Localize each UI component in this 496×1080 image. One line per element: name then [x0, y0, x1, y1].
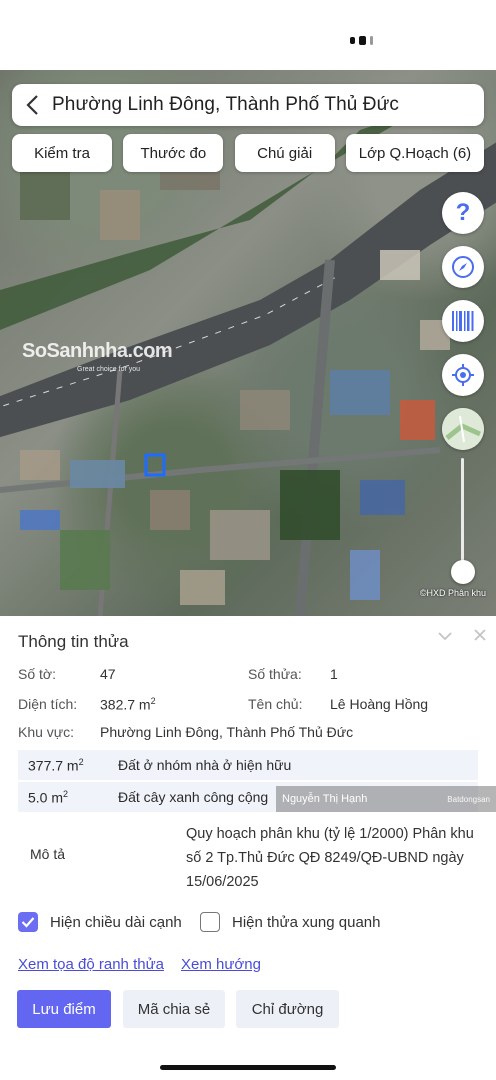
watermark-name: SoSanhnha.com: [22, 340, 173, 362]
zoom-slider-handle[interactable]: [451, 560, 475, 584]
show-neighbors-label: Hiện thửa xung quanh: [232, 913, 381, 931]
owner-value: Lê Hoàng Hồng: [330, 696, 429, 712]
scan-button[interactable]: [442, 300, 484, 342]
area-label: Diện tích:: [18, 696, 78, 712]
location-title: Phường Linh Đông, Thành Phố Thủ Đức: [52, 94, 400, 115]
land-use-row: 377.7 m2 Đất ở nhóm nhà ở hiện hữu: [18, 750, 478, 780]
map-toolbar: Kiểm tra Thước đo Chú giải Lớp Q.Hoạch (…: [12, 134, 484, 172]
land-use-desc: Đất ở nhóm nhà ở hiện hữu: [118, 757, 292, 773]
search-bar[interactable]: Phường Linh Đông, Thành Phố Thủ Đức: [12, 84, 484, 126]
view-direction-link[interactable]: Xem hướng: [181, 956, 261, 973]
check-icon: [21, 917, 35, 928]
area-value: 382.7 m2: [100, 696, 156, 713]
help-icon: ?: [455, 199, 471, 226]
region-label: Khu vực:: [18, 724, 75, 740]
checkbox-checked[interactable]: [18, 912, 38, 932]
compass-button[interactable]: [442, 246, 484, 288]
planning-layer-button[interactable]: Lớp Q.Hoạch (6): [345, 134, 484, 172]
show-edge-length-toggle[interactable]: Hiện chiều dài cạnh: [18, 912, 182, 932]
signal-icon: [350, 37, 355, 44]
sheet-number-label: Số tờ:: [18, 666, 56, 682]
panel-actions: [438, 628, 486, 646]
barcode-icon: [452, 311, 474, 331]
panel-title: Thông tin thửa: [18, 632, 129, 651]
parcel-number-label: Số thửa:: [248, 666, 302, 682]
owner-label: Tên chủ:: [248, 696, 303, 712]
locate-icon: [452, 364, 474, 386]
locate-button[interactable]: [442, 354, 484, 396]
show-edge-length-label: Hiện chiều dài cạnh: [50, 913, 182, 931]
checkbox-unchecked[interactable]: [200, 912, 220, 932]
description-value: Quy hoạch phân khu (tỷ lệ 1/2000) Phân k…: [186, 826, 474, 890]
chevron-left-icon: [26, 95, 38, 115]
parcel-number-value: 1: [330, 666, 338, 682]
status-icons: [350, 36, 373, 45]
watermark-overlay: Nguyễn Thị Hạnh Batdongsan: [276, 786, 496, 812]
wifi-icon: [359, 36, 366, 45]
description-block: Mô tả Quy hoạch phân khu (tỷ lệ 1/2000) …: [18, 816, 478, 900]
watermark-tagline: Great choice for you: [77, 366, 141, 373]
close-button[interactable]: [474, 628, 486, 646]
battery-icon: [370, 36, 373, 45]
map-view[interactable]: SoSanhnha.com Great choice for you Phườn…: [0, 70, 496, 616]
map-layer-button[interactable]: [442, 408, 484, 450]
measure-button[interactable]: Thước đo: [123, 134, 224, 172]
watermark: SoSanhnha.com Great choice for you: [22, 340, 173, 373]
parcel-info-panel: Thông tin thửa Số tờ: 47 Số thửa: 1 Diện…: [0, 616, 496, 1080]
map-attribution: ©HXD Phân khu: [419, 588, 486, 598]
description-label: Mô tả: [30, 846, 66, 862]
land-use-area: 5.0 m2: [28, 788, 69, 806]
share-code-button[interactable]: Mã chia sẻ: [123, 990, 225, 1028]
region-value: Phường Linh Đông, Thành Phố Thủ Đức: [100, 724, 354, 740]
directions-button[interactable]: Chỉ đường: [236, 990, 339, 1028]
land-use-area: 377.7 m2: [28, 756, 84, 774]
sheet-number-value: 47: [100, 666, 116, 682]
map-layer-icon: [442, 408, 484, 450]
compass-icon: [452, 256, 474, 278]
save-point-button[interactable]: Lưu điểm: [17, 990, 111, 1028]
close-icon: [474, 629, 486, 641]
help-button[interactable]: ?: [442, 192, 484, 234]
back-button[interactable]: [12, 84, 52, 126]
land-use-desc: Đất cây xanh công cộng: [118, 789, 269, 805]
zoom-slider-track[interactable]: [461, 458, 464, 576]
watermark-logo: Batdongsan: [447, 794, 490, 804]
watermark-author: Nguyễn Thị Hạnh: [282, 793, 368, 805]
legend-button[interactable]: Chú giải: [234, 134, 335, 172]
chevron-down-icon: [438, 632, 452, 641]
home-indicator[interactable]: [160, 1065, 336, 1070]
show-neighbors-toggle[interactable]: Hiện thửa xung quanh: [200, 912, 380, 932]
status-bar: [0, 0, 496, 70]
view-boundary-coords-link[interactable]: Xem tọa độ ranh thửa: [18, 956, 164, 973]
check-button[interactable]: Kiểm tra: [12, 134, 112, 172]
collapse-button[interactable]: [438, 628, 452, 646]
